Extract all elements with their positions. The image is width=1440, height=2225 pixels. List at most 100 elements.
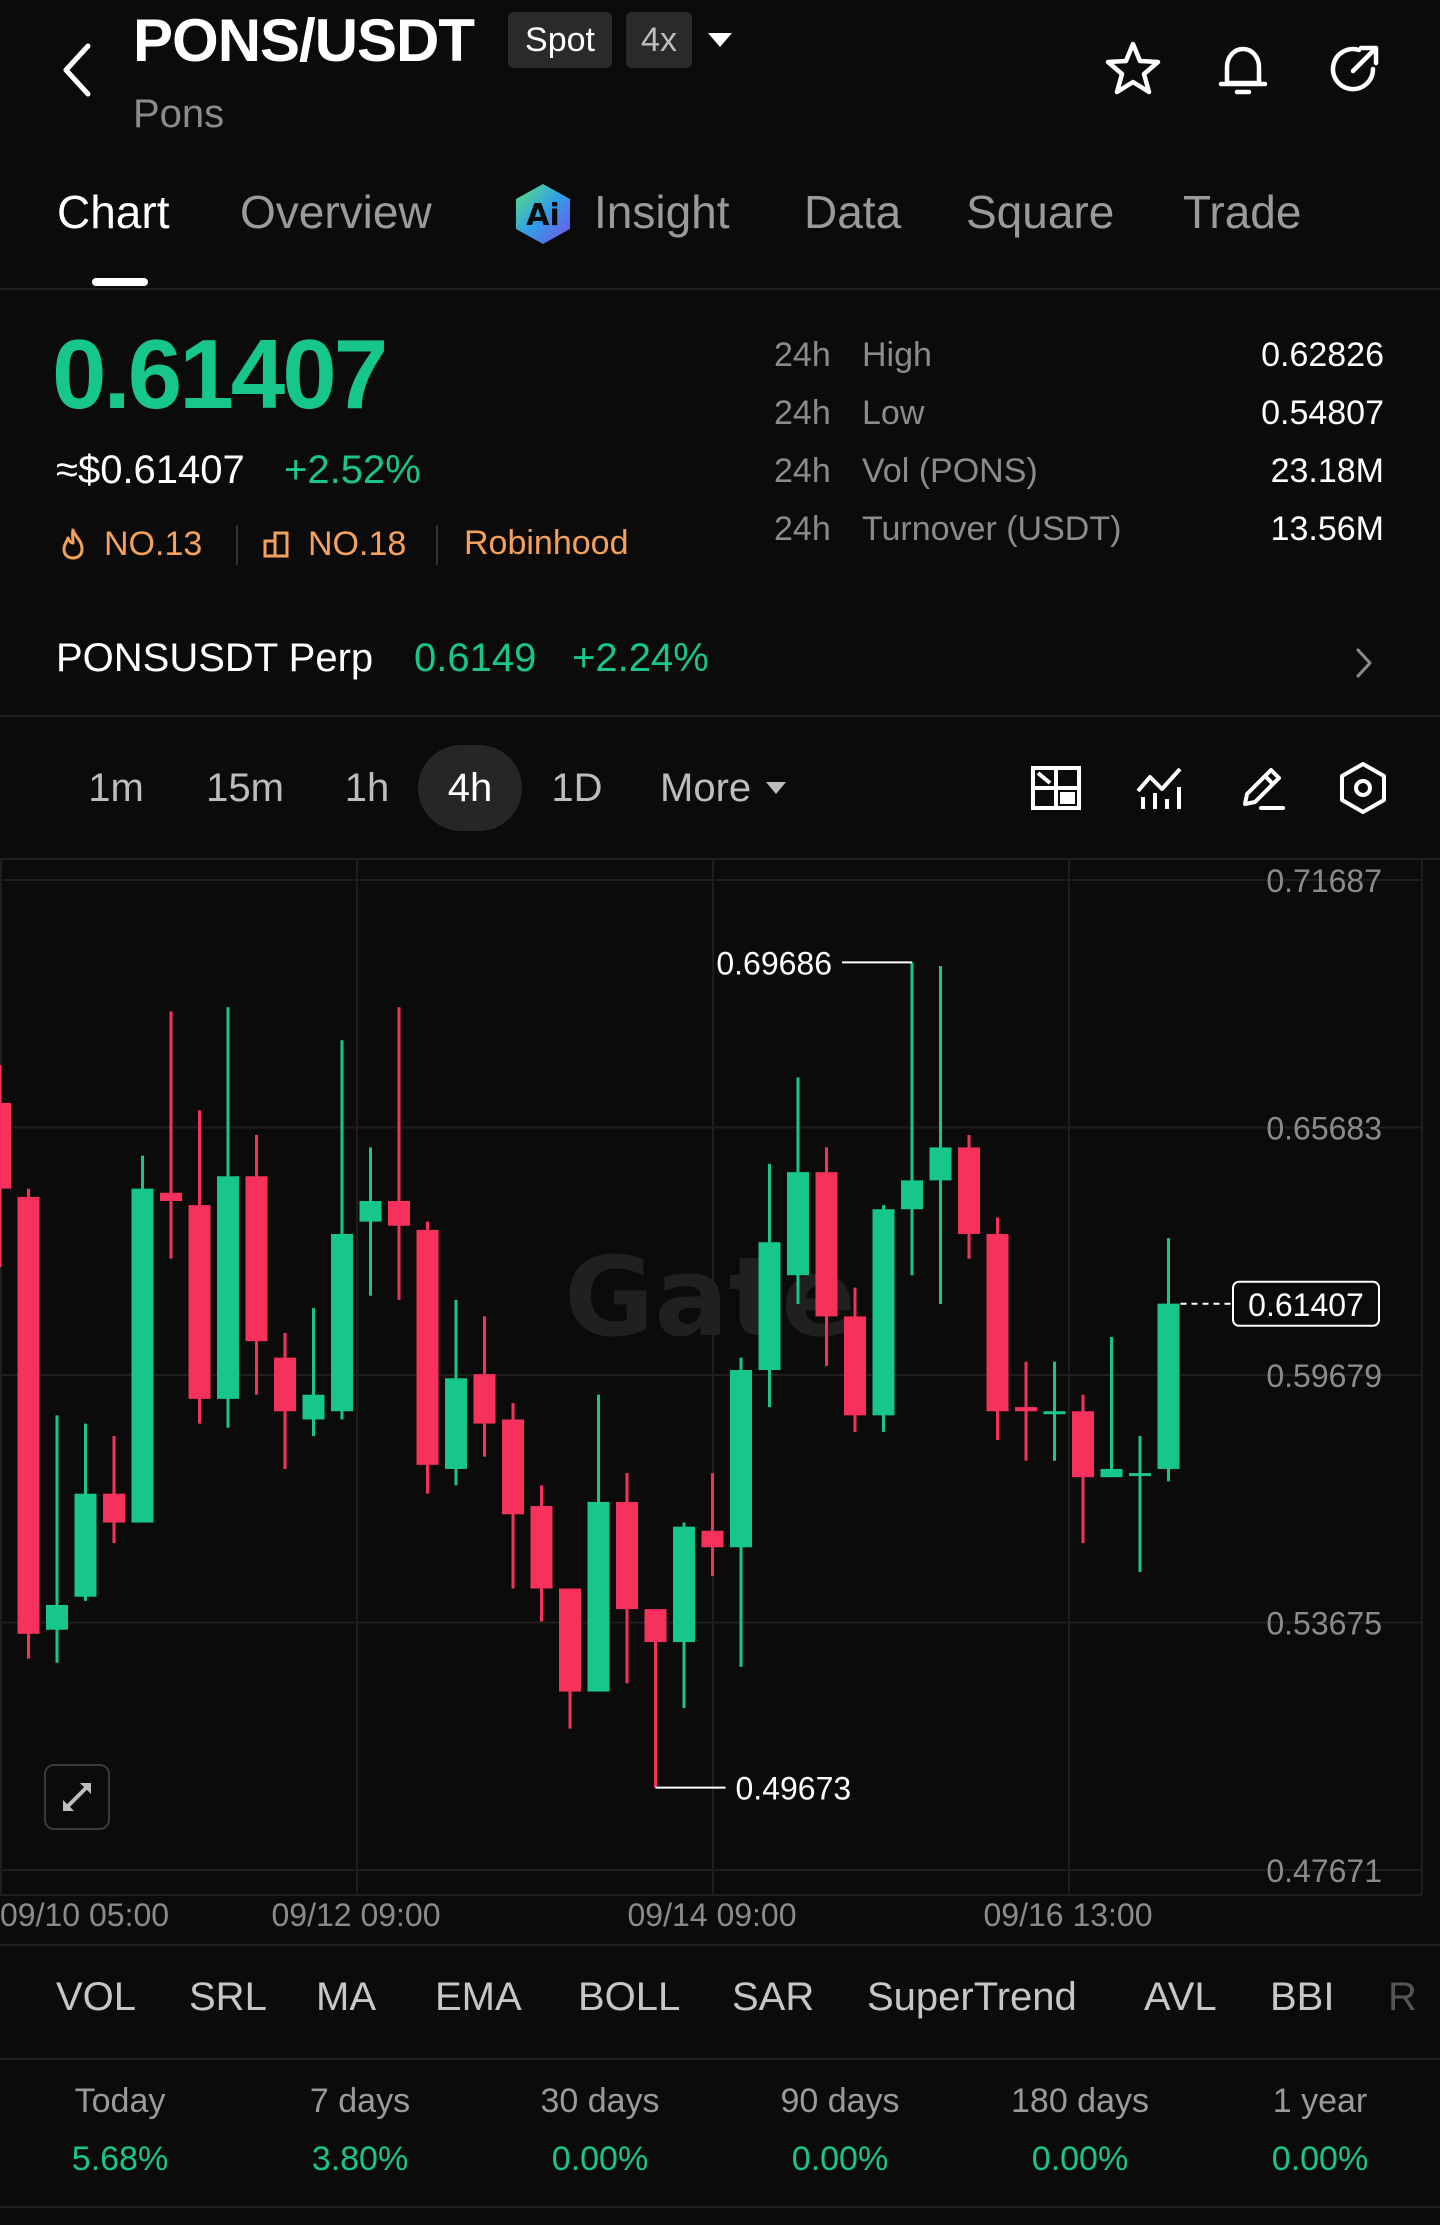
perf-value-90d: 0.00% <box>791 2140 889 2178</box>
bell-icon <box>1218 46 1268 95</box>
fullscreen-button[interactable] <box>44 1764 110 1830</box>
perp-change: +2.24% <box>572 636 709 680</box>
rank-divider <box>236 525 238 565</box>
tab-overview[interactable]: Overview <box>240 185 432 239</box>
indicator-more-partial[interactable]: R <box>1388 1975 1417 2020</box>
last-price: 0.61407 <box>52 319 388 429</box>
chevron-right-icon <box>1356 648 1372 678</box>
gain-rank-badge[interactable]: NO.18 <box>262 520 406 568</box>
perp-name: PONSUSDT Perp <box>56 636 374 680</box>
gain-rank: NO.18 <box>308 524 407 563</box>
indicator-boll[interactable]: BOLL <box>578 1975 680 2020</box>
chart-mode-icon <box>1031 766 1081 810</box>
perf-label-1y: 1 year <box>1272 2082 1368 2120</box>
candle <box>274 1332 296 1469</box>
indicator-supertrend[interactable]: SuperTrend <box>867 1975 1077 2020</box>
chart-type-button[interactable] <box>1026 758 1086 818</box>
perf-label-today: Today <box>74 2082 166 2120</box>
candle-body <box>730 1370 752 1548</box>
x-tick-label: 09/10 05:00 <box>0 1897 169 1933</box>
timeframe-1m[interactable]: 1m <box>74 745 158 831</box>
timeframe-1h[interactable]: 1h <box>330 745 404 831</box>
back-button[interactable] <box>48 30 108 110</box>
timeframe-1d[interactable]: 1D <box>540 745 614 831</box>
favorite-button[interactable] <box>1100 36 1166 102</box>
star-icon <box>1105 41 1161 95</box>
candle <box>188 1110 211 1424</box>
share-button[interactable] <box>1322 36 1388 102</box>
timeframe-more-button[interactable]: More <box>660 745 787 831</box>
candle-body <box>46 1604 68 1630</box>
candle-body <box>901 1180 923 1210</box>
indicator-srl[interactable]: SRL <box>189 1975 267 2020</box>
candle <box>929 966 952 1305</box>
tab-insight[interactable]: Insight <box>594 185 730 239</box>
perf-label-30d: 30 days <box>540 2082 660 2120</box>
timeframe-4h[interactable]: 4h <box>418 745 522 831</box>
tab-square[interactable]: Square <box>966 185 1114 239</box>
indicator-sar[interactable]: SAR <box>732 1975 814 2020</box>
perf-value-30d: 0.00% <box>551 2140 649 2178</box>
perf-value-180d: 0.00% <box>1031 2140 1129 2178</box>
indicator-button[interactable] <box>1130 758 1190 818</box>
indicator-bbi[interactable]: BBI <box>1270 1975 1334 2020</box>
candle-body <box>929 1147 952 1181</box>
candle-body <box>587 1501 610 1692</box>
candlestick-chart[interactable]: Gate 0.69686 0.49673 0.61407 0.71687 0.6568… <box>0 860 1440 1940</box>
x-tick-label: 09/14 09:00 <box>627 1897 796 1933</box>
candle <box>1043 1361 1066 1461</box>
perp-row[interactable]: PONSUSDT Perp 0.6149 +2.24% <box>0 620 1440 700</box>
pair-dropdown-button[interactable] <box>700 18 740 62</box>
stat-row-low: 24h Low 0.54807 <box>774 394 1384 432</box>
bottom-divider <box>0 2206 1440 2208</box>
candle <box>986 1217 1009 1441</box>
candle-body <box>1043 1411 1066 1415</box>
pencil-icon <box>1243 768 1285 810</box>
indicator-ema[interactable]: EMA <box>435 1975 522 2020</box>
high-marker-label: 0.69686 <box>716 945 832 981</box>
indicator-ma[interactable]: MA <box>316 1975 376 2020</box>
candle <box>302 1308 325 1436</box>
rank-divider <box>436 525 438 565</box>
candle <box>445 1299 467 1486</box>
perf-value-today: 5.68% <box>71 2140 169 2178</box>
y-tick-label: 0.53675 <box>1266 1606 1382 1642</box>
perf-label-7d: 7 days <box>309 2082 411 2120</box>
candle-body <box>958 1147 980 1234</box>
candle-body <box>17 1196 40 1634</box>
candle-body <box>986 1233 1009 1412</box>
candle <box>502 1402 524 1589</box>
gate-watermark: Gate <box>564 1233 856 1361</box>
perf-value-1y: 0.00% <box>1271 2140 1369 2178</box>
candle-body <box>188 1205 211 1399</box>
hot-rank-badge[interactable]: NO.13 <box>58 520 202 568</box>
candle <box>530 1485 553 1622</box>
candle <box>131 1155 154 1523</box>
candle <box>787 1077 809 1305</box>
candle-body <box>701 1530 724 1548</box>
candle-body <box>616 1501 638 1610</box>
candle-body <box>103 1493 125 1523</box>
tab-trade[interactable]: Trade <box>1183 185 1301 239</box>
current-price-label: 0.61407 <box>1248 1287 1364 1323</box>
tag-robinhood[interactable]: Robinhood <box>464 524 628 563</box>
timeframe-15m[interactable]: 15m <box>190 745 300 831</box>
candle-body <box>445 1378 467 1469</box>
candle <box>17 1188 40 1659</box>
candle <box>1157 1238 1180 1482</box>
indicator-vol[interactable]: VOL <box>56 1975 136 2020</box>
alert-button[interactable] <box>1210 36 1276 102</box>
indicator-avl[interactable]: AVL <box>1144 1975 1217 2020</box>
tab-data[interactable]: Data <box>804 185 901 239</box>
chart-settings-button[interactable] <box>1333 756 1393 820</box>
stat-row-turnover: 24h Turnover (USDT) 13.56M <box>774 510 1384 548</box>
perf-value-7d: 3.80% <box>311 2140 409 2178</box>
draw-tool-button[interactable] <box>1232 758 1292 818</box>
candle-body <box>131 1188 154 1523</box>
tab-chart[interactable]: Chart <box>57 185 169 239</box>
stat-row-high: 24h High 0.62826 <box>774 336 1384 374</box>
candle-body <box>331 1233 353 1412</box>
candle <box>1015 1361 1037 1461</box>
candle <box>872 1205 895 1432</box>
y-tick-label: 0.47671 <box>1266 1853 1382 1889</box>
